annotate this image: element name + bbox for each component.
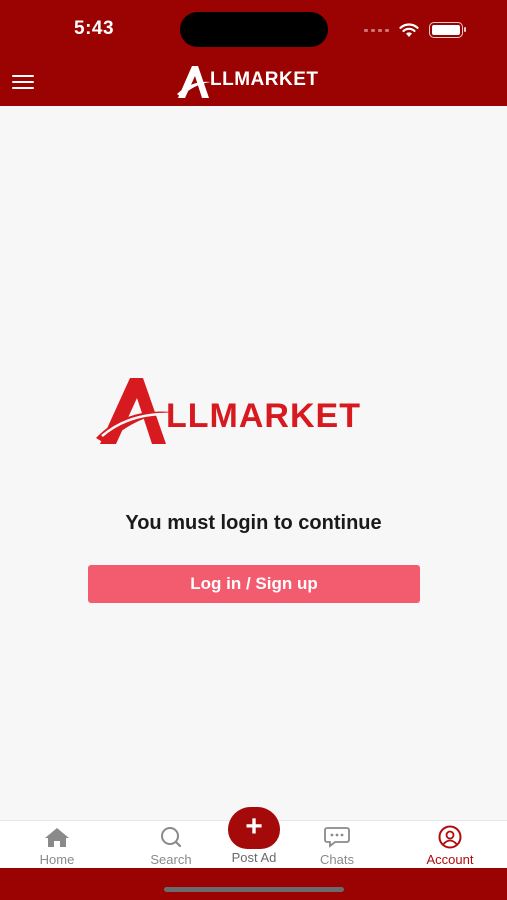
tab-search[interactable]: Search — [131, 825, 211, 869]
chat-icon — [324, 825, 350, 849]
tab-home[interactable]: Home — [17, 825, 97, 869]
search-icon — [158, 825, 184, 849]
home-indicator — [164, 887, 344, 892]
wifi-icon — [399, 22, 419, 37]
header-logo: LLMARKET — [176, 64, 318, 100]
post-ad-button[interactable]: + — [228, 807, 280, 849]
brand-logo: LLMARKET — [96, 366, 416, 446]
home-indicator-area — [0, 868, 507, 900]
post-ad-label: Post Ad — [231, 850, 277, 865]
brand-a-logo-icon — [96, 378, 172, 444]
menu-icon-line — [12, 87, 34, 89]
home-icon — [44, 825, 70, 849]
tab-account-label: Account — [426, 852, 474, 867]
cellular-signal-icon — [364, 28, 389, 32]
tab-search-label: Search — [150, 852, 192, 867]
plus-icon: + — [245, 810, 263, 843]
tab-home-label: Home — [39, 852, 75, 867]
dynamic-island — [180, 12, 328, 47]
header-logo-text: LLMARKET — [210, 69, 319, 90]
status-icons — [364, 20, 466, 40]
brand-a-logo-icon — [177, 66, 211, 98]
menu-icon-line — [12, 81, 34, 83]
menu-icon-line — [12, 75, 34, 77]
battery-icon — [429, 22, 466, 38]
top-bar: 5:43 LLMARKET — [0, 0, 507, 106]
login-signup-button[interactable]: Log in / Sign up — [88, 565, 420, 603]
tab-chats-label: Chats — [320, 852, 354, 867]
status-time: 5:43 — [74, 18, 115, 39]
tab-account[interactable]: Account — [410, 825, 490, 869]
account-icon — [437, 825, 463, 849]
login-required-message: You must login to continue — [125, 512, 382, 534]
tab-chats[interactable]: Chats — [297, 825, 377, 869]
brand-logo-text: LLMARKET — [166, 397, 361, 435]
main-content: LLMARKET You must login to continue Log … — [0, 106, 507, 820]
hamburger-menu-button[interactable] — [12, 72, 38, 92]
